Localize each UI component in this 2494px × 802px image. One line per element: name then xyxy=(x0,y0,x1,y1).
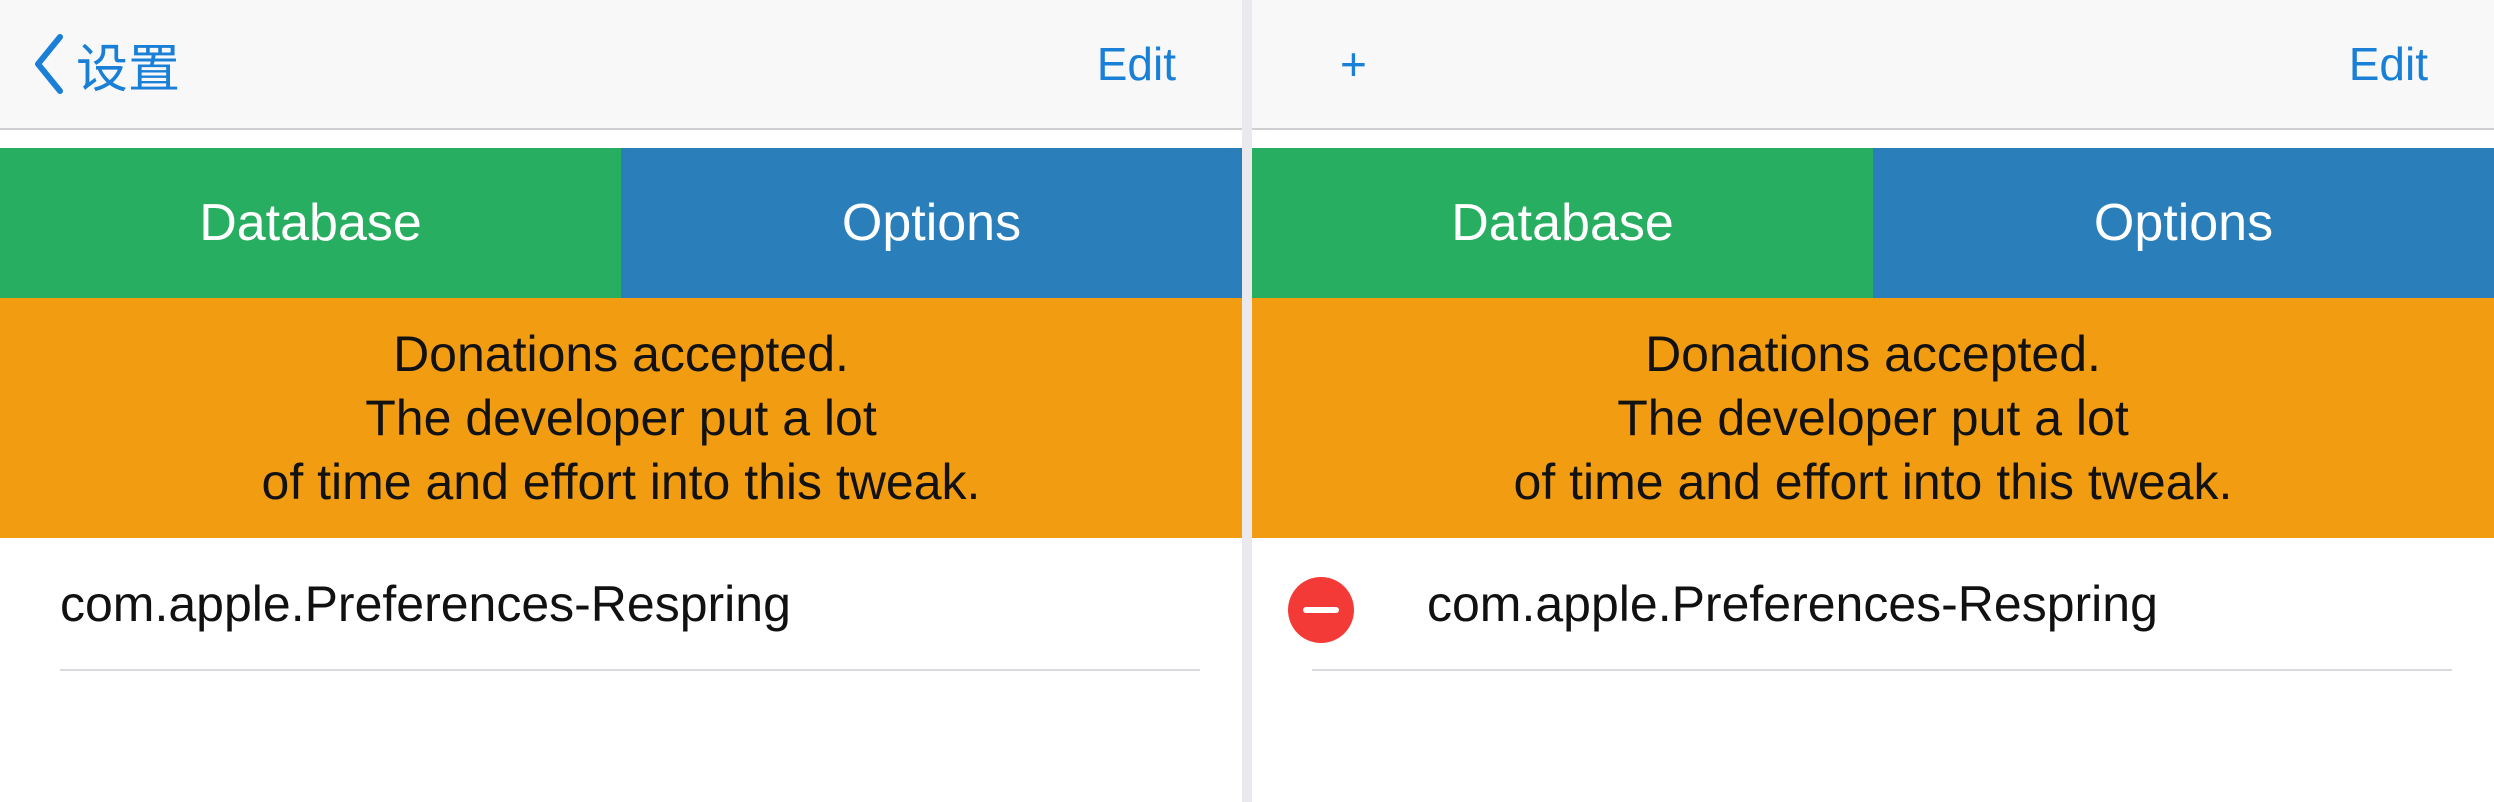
edit-button[interactable]: Edit xyxy=(1097,26,1176,102)
banner-line: of time and effort into this tweak. xyxy=(261,454,981,510)
banner-line: of time and effort into this tweak. xyxy=(1513,454,2233,510)
back-button-label: 设置 xyxy=(76,39,181,100)
database-tab[interactable]: Database xyxy=(1252,148,1873,298)
banner-line: The developer put a lot xyxy=(365,390,877,446)
settings-screen-editing: + Edit Database Options Donations accept… xyxy=(1252,0,2494,802)
chevron-left-icon xyxy=(34,34,64,94)
donation-banner[interactable]: Donations accepted. The developer put a … xyxy=(0,298,1242,538)
row-separator xyxy=(1312,669,2452,671)
list-item-label: com.apple.Preferences-Respring xyxy=(60,576,791,632)
settings-screen-normal: 设置 Edit Database Options Donations accep… xyxy=(0,0,1242,802)
segment-tabs: Database Options xyxy=(0,148,1242,298)
banner-line: Donations accepted. xyxy=(393,326,849,382)
navigation-bar: 设置 Edit xyxy=(0,0,1242,130)
list-item[interactable]: com.apple.Preferences-Respring xyxy=(1252,538,2494,670)
options-tab[interactable]: Options xyxy=(621,148,1242,298)
list-item[interactable]: com.apple.Preferences-Respring xyxy=(0,538,1242,670)
banner-line: Donations accepted. xyxy=(1645,326,2101,382)
add-button[interactable]: + xyxy=(1340,26,1367,102)
row-separator xyxy=(60,669,1200,671)
banner-line: The developer put a lot xyxy=(1617,390,2129,446)
navigation-bar: + Edit xyxy=(1252,0,2494,130)
segment-tabs: Database Options xyxy=(1252,148,2494,298)
donation-banner[interactable]: Donations accepted. The developer put a … xyxy=(1252,298,2494,538)
back-button[interactable]: 设置 xyxy=(34,26,180,102)
panel-divider xyxy=(1242,0,1252,802)
database-tab[interactable]: Database xyxy=(0,148,621,298)
list-item-label: com.apple.Preferences-Respring xyxy=(1427,576,2158,632)
edit-button[interactable]: Edit xyxy=(2349,26,2428,102)
options-tab[interactable]: Options xyxy=(1873,148,2494,298)
